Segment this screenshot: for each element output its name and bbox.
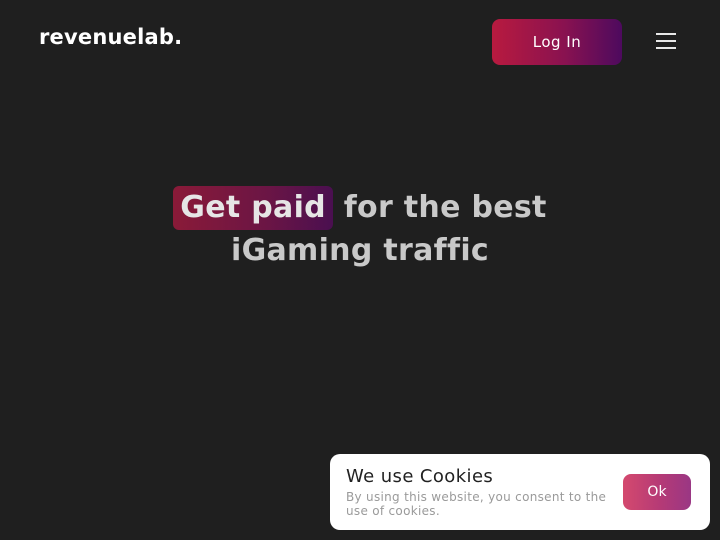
hero-highlight: Get paid — [173, 186, 333, 230]
hero-line-1: Get paid for the best — [0, 186, 720, 230]
cookie-banner: We use Cookies By using this website, yo… — [330, 454, 710, 530]
page: revenuelab. Log In Get paid for the best… — [0, 0, 720, 540]
hamburger-menu-icon[interactable] — [654, 31, 678, 51]
logo[interactable]: revenuelab. — [39, 25, 182, 49]
hero-line-1-rest: for the best — [343, 190, 547, 225]
hero-line-2: iGaming traffic — [230, 233, 490, 268]
cookie-text: By using this website, you consent to th… — [346, 490, 607, 518]
cookie-ok-button[interactable]: Ok — [623, 474, 691, 510]
menu-line — [656, 40, 676, 42]
menu-line — [656, 33, 676, 35]
login-button[interactable]: Log In — [492, 19, 622, 65]
menu-line — [656, 47, 676, 49]
hero-heading: Get paid for the best iGaming traffic — [0, 186, 720, 272]
cookie-title: We use Cookies — [346, 466, 494, 487]
